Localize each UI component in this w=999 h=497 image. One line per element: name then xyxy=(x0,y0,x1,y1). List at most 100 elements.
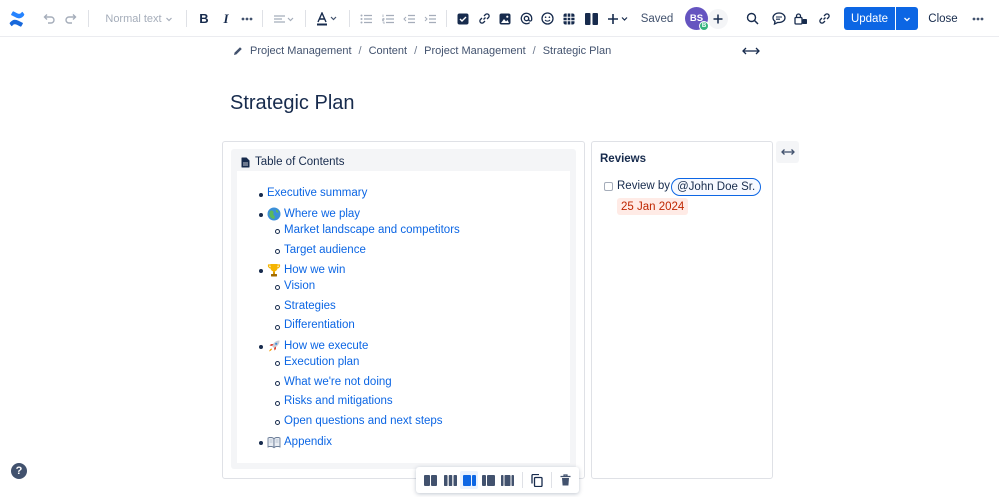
confluence-logo-icon[interactable] xyxy=(6,0,28,37)
list-bullet xyxy=(259,441,263,445)
toolbar-divider xyxy=(186,10,187,27)
right-sidebar-layout-icon[interactable] xyxy=(460,471,478,489)
toc-item-label: Where we play xyxy=(284,208,361,220)
toolbar-divider xyxy=(522,472,523,488)
copy-icon[interactable] xyxy=(528,471,546,489)
list-bullet xyxy=(275,361,280,366)
text-style-label: Normal text xyxy=(105,12,162,25)
expand-width-icon[interactable] xyxy=(742,44,760,62)
image-icon[interactable] xyxy=(497,0,513,37)
save-status: Saved xyxy=(638,0,676,37)
comment-icon[interactable] xyxy=(770,0,788,37)
left-sidebar-layout-icon[interactable] xyxy=(479,471,497,489)
invite-collaborator-button[interactable] xyxy=(707,0,729,37)
layouts-icon[interactable] xyxy=(582,0,600,37)
toc-macro[interactable]: Table of Contents Executive summary Wher… xyxy=(231,149,576,469)
toc-item-execution-plan[interactable]: Execution plan xyxy=(284,356,359,368)
restrictions-icon[interactable] xyxy=(792,0,810,37)
toc-item-how-we-win[interactable]: How we win xyxy=(267,263,345,277)
toc-item-strategies[interactable]: Strategies xyxy=(284,300,336,312)
table-icon[interactable] xyxy=(561,0,577,37)
indent-icon[interactable] xyxy=(422,0,438,37)
toc-title: Table of Contents xyxy=(255,156,345,168)
list-bullet xyxy=(259,345,263,349)
editor-toolbar: Normal text B I Saved BS B Update Close xyxy=(0,0,999,37)
more-options-icon[interactable] xyxy=(969,0,987,37)
toc-header: Table of Contents xyxy=(241,154,345,170)
toolbar-divider xyxy=(88,10,89,27)
toc-item-risks[interactable]: Risks and mitigations xyxy=(284,395,393,407)
toc-item-open-questions[interactable]: Open questions and next steps xyxy=(284,415,443,427)
breadcrumb-item[interactable]: Content xyxy=(369,45,408,57)
outdent-icon[interactable] xyxy=(401,0,417,37)
toc-list: Executive summary Where we play Market l… xyxy=(237,171,570,463)
toc-item-appendix[interactable]: Appendix xyxy=(267,435,332,449)
review-checkbox[interactable] xyxy=(604,182,613,191)
chevron-down-icon xyxy=(165,17,172,21)
rocket-icon xyxy=(269,340,280,352)
toc-item-differentiation[interactable]: Differentiation xyxy=(284,319,355,331)
list-bullet xyxy=(259,213,263,217)
mention-icon[interactable] xyxy=(518,0,534,37)
list-bullet xyxy=(275,401,280,406)
list-bullet xyxy=(275,381,280,386)
globe-icon xyxy=(267,207,281,221)
trophy-icon xyxy=(267,264,281,277)
two-column-layout-icon[interactable] xyxy=(421,471,439,489)
three-column-sidebars-layout-icon[interactable] xyxy=(498,471,516,489)
breadcrumb-item[interactable]: Project Management xyxy=(424,45,526,57)
text-color-icon[interactable] xyxy=(314,0,340,37)
undo-icon[interactable] xyxy=(40,0,58,37)
copy-link-icon[interactable] xyxy=(815,0,833,37)
insert-more-icon[interactable] xyxy=(605,0,631,37)
expand-layout-icon[interactable] xyxy=(776,141,799,163)
breadcrumb-item[interactable]: Project Management xyxy=(250,45,352,57)
layout-floating-toolbar xyxy=(416,467,579,493)
alignment-icon[interactable] xyxy=(271,0,297,37)
toolbar-divider xyxy=(551,472,552,488)
toc-item-where-we-play[interactable]: Where we play xyxy=(267,207,360,221)
link-icon[interactable] xyxy=(476,0,492,37)
update-button[interactable]: Update xyxy=(844,7,895,30)
chevron-down-icon xyxy=(904,17,910,21)
book-icon xyxy=(267,437,281,449)
breadcrumb-item[interactable]: Strategic Plan xyxy=(543,45,611,57)
page-title[interactable]: Strategic Plan xyxy=(230,92,355,115)
list-bullet xyxy=(275,420,280,425)
due-date-badge[interactable]: 25 Jan 2024 xyxy=(617,198,689,215)
bullet-list-icon[interactable] xyxy=(358,0,374,37)
bold-icon[interactable]: B xyxy=(196,0,212,37)
list-bullet xyxy=(275,305,280,310)
emoji-icon[interactable] xyxy=(539,0,555,37)
toc-item-label: Appendix xyxy=(284,436,332,448)
toc-item-target-audience[interactable]: Target audience xyxy=(284,244,366,256)
text-style-select[interactable]: Normal text xyxy=(100,0,178,37)
toc-item-vision[interactable]: Vision xyxy=(284,280,315,292)
toolbar-divider xyxy=(305,10,306,27)
toc-item-market-landscape[interactable]: Market landscape and competitors xyxy=(284,224,460,236)
close-button[interactable]: Close xyxy=(926,7,960,30)
toolbar-divider xyxy=(262,10,263,27)
redo-icon[interactable] xyxy=(62,0,80,37)
toc-item-label: How we win xyxy=(284,264,346,276)
action-item-icon[interactable] xyxy=(455,0,471,37)
numbered-list-icon[interactable] xyxy=(380,0,396,37)
toc-item-not-doing[interactable]: What we're not doing xyxy=(284,376,392,388)
list-bullet xyxy=(259,269,263,273)
more-formatting-icon[interactable] xyxy=(238,0,256,37)
user-mention[interactable]: @John Doe Sr. xyxy=(671,178,762,196)
update-options-button[interactable] xyxy=(896,7,918,30)
toc-item-label: How we execute xyxy=(284,340,369,352)
plus-icon xyxy=(708,8,728,29)
italic-icon[interactable]: I xyxy=(218,0,234,37)
saved-label: Saved xyxy=(640,12,674,25)
reviews-heading[interactable]: Reviews xyxy=(600,153,646,165)
review-label: Review by xyxy=(617,180,671,192)
three-column-layout-icon[interactable] xyxy=(441,471,459,489)
help-icon[interactable]: ? xyxy=(11,463,27,479)
search-icon[interactable] xyxy=(743,0,761,37)
delete-icon[interactable] xyxy=(556,471,574,489)
toc-item-how-we-execute[interactable]: How we execute xyxy=(267,339,368,353)
toc-item-executive-summary[interactable]: Executive summary xyxy=(267,187,367,199)
list-bullet xyxy=(275,249,280,254)
